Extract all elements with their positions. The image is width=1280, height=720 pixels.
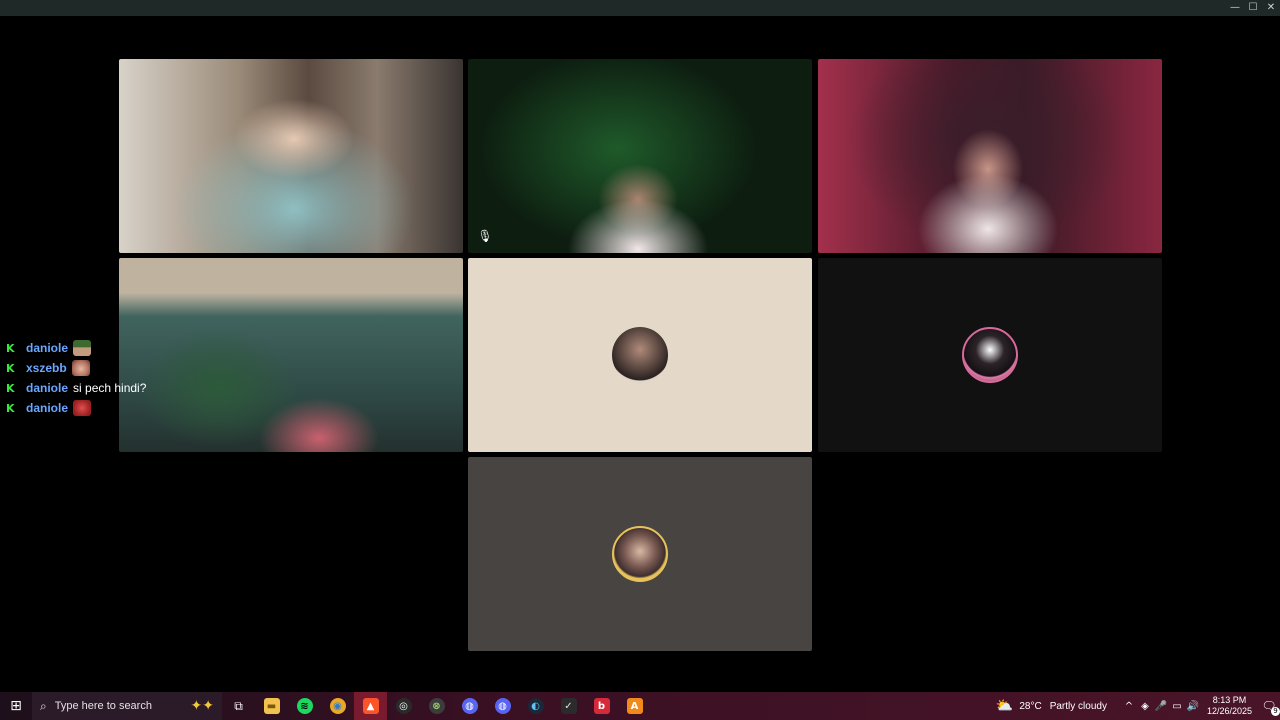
app-orange-icon[interactable]: A [618,692,651,720]
partly-cloudy-icon: ⛅ [995,698,1014,714]
taskbar-clock[interactable]: 8:13 PM 12/26/2025 [1207,695,1252,717]
search-icon: ⌕ [40,698,47,713]
face-emote [71,360,90,376]
start-button[interactable]: ⊞ [0,692,32,720]
participant-avatar [962,327,1018,383]
kick-badge-icon: K [6,381,15,395]
file-explorer-icon[interactable]: ▬ [255,692,288,720]
chrome-icon[interactable]: ◉ [321,692,354,720]
network-app-icon[interactable]: ◈ [1137,701,1153,712]
chat-overlay: K daniole K xszebb K daniole si pech hin… [6,338,146,418]
chat-text: si pech hindi? [73,381,147,395]
taskbar-search[interactable]: ⌕ Type here to search ✦✦ [32,692,222,720]
app-check-icon[interactable]: ✓ [552,692,585,720]
participant-tile-6[interactable] [818,258,1162,452]
close-button[interactable]: ✕ [1262,0,1280,16]
kick-badge-icon: K [6,401,15,415]
search-placeholder: Type here to search [54,700,152,712]
volume-icon[interactable]: 🔊 [1185,701,1201,712]
brave-icon[interactable]: ▲ [354,692,387,720]
chat-username: daniole [26,341,69,355]
task-view-icon[interactable]: ⧉ [222,692,255,720]
chat-message: K xszebb [6,358,146,378]
weather-widget[interactable]: ⛅ 28°C Partly cloudy [996,698,1107,714]
participant-tile-2[interactable]: 🎙 [468,59,812,253]
maximize-button[interactable]: ☐ [1244,0,1262,16]
clock-time: 8:13 PM [1212,695,1247,705]
red-face-emote [73,400,92,416]
chat-username: xszebb [26,361,67,375]
spotify-icon[interactable]: ≋ [288,692,321,720]
microphone-icon[interactable]: 🎤 [1153,701,1169,712]
clock-date: 12/26/2025 [1206,706,1252,716]
sparkle-icon: ✦✦ [190,698,214,714]
discord-canary-icon[interactable]: ◍ [453,692,486,720]
mic-muted-icon: 🎙 [477,229,493,243]
participant-tile-1[interactable] [119,59,463,253]
participant-avatar [612,526,668,582]
kick-badge-icon: K [6,361,15,375]
obs-icon[interactable]: ◎ [387,692,420,720]
green-hat-emote [73,340,92,356]
discord-icon[interactable]: ◍ [486,692,519,720]
weather-condition: Partly cloudy [1049,700,1107,712]
show-hidden-icons-chevron-icon[interactable]: ^ [1121,701,1137,712]
kick-badge-icon: K [6,341,15,355]
xbox-icon[interactable]: ⊗ [420,692,453,720]
participant-tile-4[interactable] [119,258,463,452]
minimize-button[interactable]: — [1226,0,1244,16]
steam-icon[interactable]: ◐ [519,692,552,720]
chat-username: daniole [26,401,69,415]
taskbar: ⊞ ⌕ Type here to search ✦✦ ⧉ ▬ ≋ ◉ ▲ ◎ ⊗… [0,692,1280,720]
display-icon[interactable]: ▭ [1169,701,1185,712]
participant-tile-5[interactable] [468,258,812,452]
chat-message: K daniole [6,398,146,418]
notification-center-icon[interactable]: 🗨 9 [1258,699,1280,716]
participant-avatar [612,327,668,383]
chat-message: K daniole [6,338,146,358]
app-red-icon[interactable]: b [585,692,618,720]
chat-username: daniole [26,381,69,395]
chat-message: K daniole si pech hindi? [6,378,146,398]
participant-tile-7[interactable] [468,457,812,651]
participant-tile-3[interactable] [818,59,1162,253]
notification-count-badge: 9 [1271,707,1280,716]
weather-temp: 28°C [1019,700,1042,712]
system-tray: ⛅ 28°C Partly cloudy ^ ◈ 🎤 ▭ 🔊 8:13 PM 1… [996,692,1280,720]
window-titlebar: — ☐ ✕ [0,0,1280,16]
